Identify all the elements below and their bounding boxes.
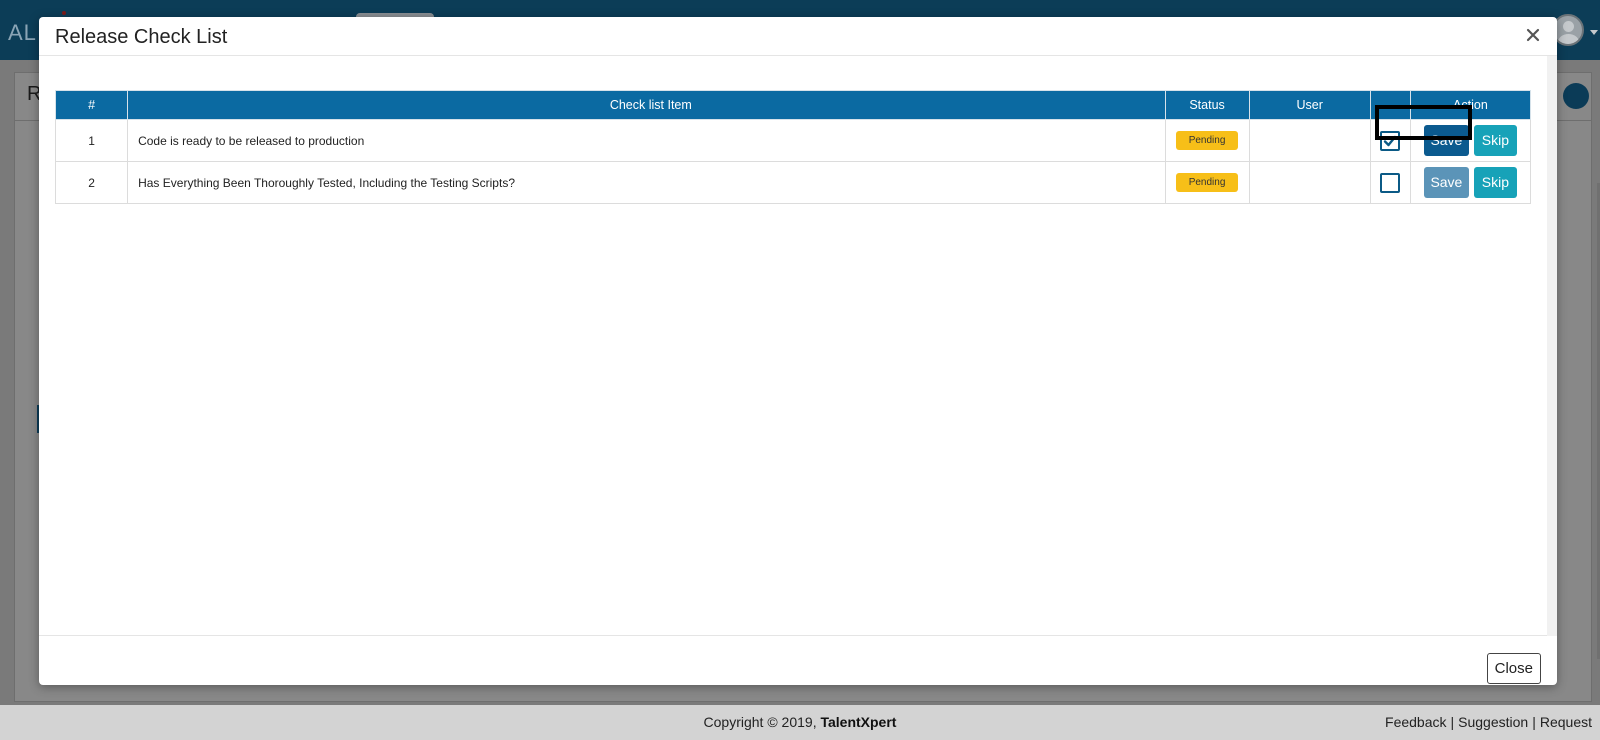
chevron-down-icon[interactable] bbox=[1590, 30, 1598, 35]
app-circle-button[interactable] bbox=[1563, 83, 1589, 109]
checklist-item-text: Code is ready to be released to producti… bbox=[127, 119, 1166, 162]
column-header-action: Action bbox=[1409, 90, 1532, 120]
table-header-row: # Check list Item Status User Action bbox=[54, 90, 1532, 120]
footer-separator: | bbox=[1532, 714, 1536, 730]
checklist-table: # Check list Item Status User Action 1 C… bbox=[54, 90, 1532, 204]
close-button[interactable]: Close bbox=[1486, 653, 1541, 684]
app-logo-accent bbox=[62, 11, 66, 15]
status-badge: Pending bbox=[1176, 173, 1239, 192]
copyright-text: Copyright © 2019, bbox=[703, 714, 817, 730]
save-button[interactable]: Save bbox=[1423, 167, 1469, 198]
table-row: 1 Code is ready to be released to produc… bbox=[54, 119, 1532, 162]
row-number: 1 bbox=[54, 119, 129, 162]
user-cell bbox=[1248, 119, 1371, 162]
item-checkbox[interactable] bbox=[1380, 172, 1401, 193]
status-cell: Pending bbox=[1164, 161, 1250, 204]
column-header-item: Check list Item bbox=[127, 90, 1166, 120]
footer-copyright: Copyright © 2019, TalentXpert bbox=[0, 714, 1600, 730]
skip-button[interactable]: Skip bbox=[1473, 125, 1517, 156]
row-number: 2 bbox=[54, 161, 129, 204]
checkbox-cell bbox=[1369, 161, 1411, 204]
table-row: 2 Has Everything Been Thoroughly Tested,… bbox=[54, 161, 1532, 204]
column-header-user: User bbox=[1248, 90, 1371, 120]
modal-body: # Check list Item Status User Action 1 C… bbox=[39, 56, 1557, 636]
footer-link-request[interactable]: Request bbox=[1540, 714, 1592, 730]
item-checkbox[interactable] bbox=[1380, 130, 1401, 151]
user-cell bbox=[1248, 161, 1371, 204]
footer-link-suggestion[interactable]: Suggestion bbox=[1458, 714, 1528, 730]
column-header-check bbox=[1369, 90, 1411, 120]
footer-links: Feedback | Suggestion | Request bbox=[1385, 714, 1592, 730]
release-checklist-modal: Release Check List # Check list Item Sta… bbox=[39, 17, 1557, 685]
checkbox-cell bbox=[1369, 119, 1411, 162]
skip-button[interactable]: Skip bbox=[1473, 167, 1517, 198]
column-header-number: # bbox=[54, 90, 129, 120]
status-badge: Pending bbox=[1176, 131, 1239, 150]
column-header-status: Status bbox=[1164, 90, 1250, 120]
action-cell: Save Skip bbox=[1409, 161, 1532, 204]
checklist-item-text: Has Everything Been Thoroughly Tested, I… bbox=[127, 161, 1166, 204]
save-button[interactable]: Save bbox=[1423, 125, 1469, 156]
app-logo[interactable]: AL bbox=[8, 20, 37, 46]
modal-header: Release Check List bbox=[39, 17, 1557, 56]
footer: Copyright © 2019, TalentXpert Feedback | S… bbox=[0, 705, 1600, 740]
checkmark-icon bbox=[1384, 135, 1397, 146]
status-cell: Pending bbox=[1164, 119, 1250, 162]
close-icon[interactable] bbox=[1523, 25, 1543, 45]
action-cell: Save Skip bbox=[1409, 119, 1532, 162]
footer-link-feedback[interactable]: Feedback bbox=[1385, 714, 1446, 730]
footer-separator: | bbox=[1450, 714, 1455, 730]
footer-brand: TalentXpert bbox=[820, 714, 897, 730]
modal-title: Release Check List bbox=[55, 26, 228, 48]
modal-footer: Close bbox=[39, 636, 1557, 685]
modal-scrollbar[interactable] bbox=[1547, 56, 1557, 636]
